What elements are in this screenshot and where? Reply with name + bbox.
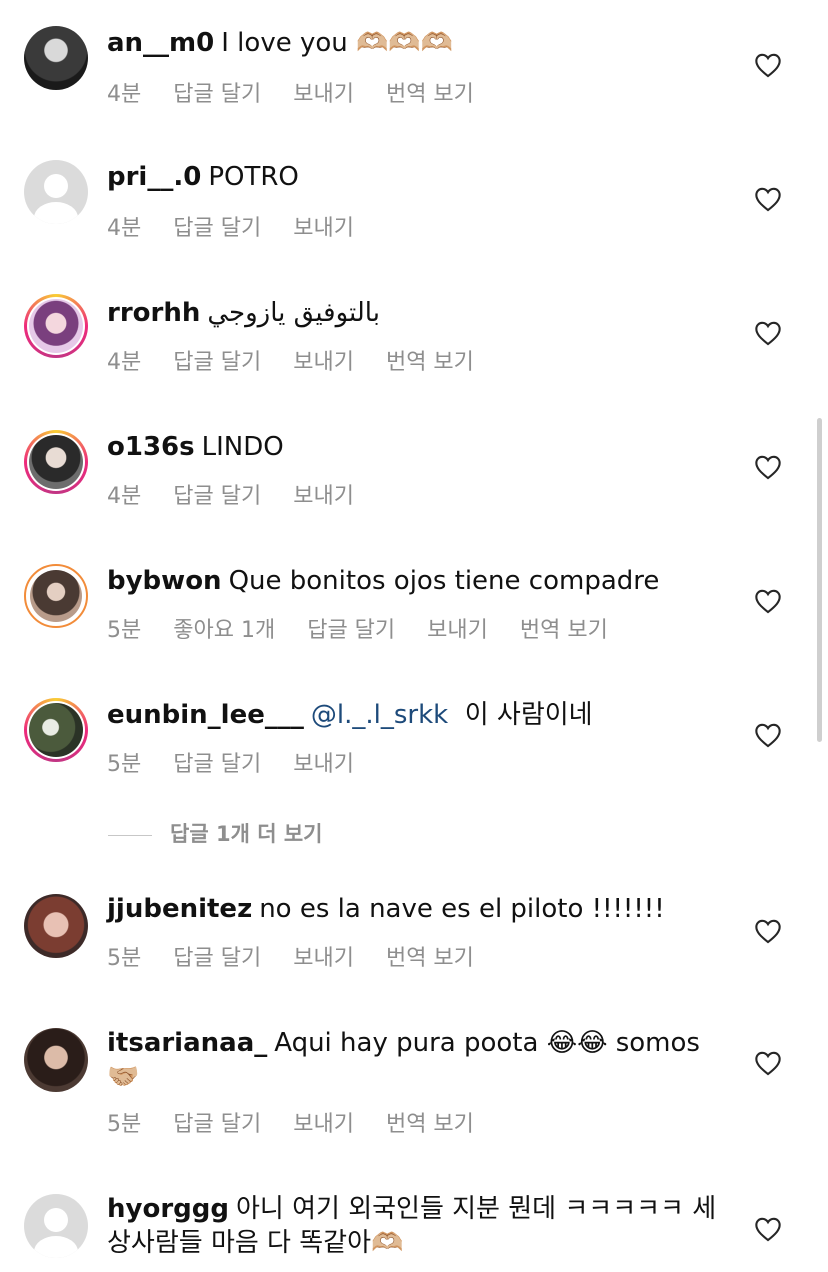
reply-button[interactable]: 답글 달기 bbox=[173, 216, 261, 241]
avatar[interactable] bbox=[24, 160, 88, 224]
divider-line bbox=[108, 834, 152, 836]
heart-outline-icon[interactable] bbox=[754, 52, 782, 78]
reply-button[interactable]: 답글 달기 bbox=[307, 618, 395, 643]
comment-username[interactable]: itsarianaa_ bbox=[107, 1028, 267, 1058]
translate-button[interactable]: 번역 보기 bbox=[520, 618, 608, 643]
reply-button[interactable]: 답글 달기 bbox=[173, 82, 261, 107]
translate-button[interactable]: 번역 보기 bbox=[386, 350, 474, 375]
comment-text: POTRO bbox=[208, 162, 299, 192]
comment-mention[interactable]: @l._.l_srkk bbox=[311, 700, 448, 730]
comment-username[interactable]: o136s bbox=[107, 432, 195, 462]
comment-meta: 5분 답글 달기 보내기 bbox=[107, 746, 386, 778]
comment-text: 이 사람이네 bbox=[464, 700, 593, 730]
heart-outline-icon[interactable] bbox=[754, 1216, 782, 1242]
comment-text: Que bonitos ojos tiene compadre bbox=[228, 566, 660, 596]
reply-button[interactable]: 답글 달기 bbox=[173, 946, 261, 971]
comment-time: 5분 bbox=[107, 618, 142, 643]
comment-meta: 4분 답글 달기 보내기 bbox=[107, 478, 386, 510]
avatar[interactable] bbox=[24, 894, 88, 958]
comment-meta: 4분 답글 달기 보내기 번역 보기 bbox=[107, 344, 506, 376]
avatar[interactable] bbox=[24, 294, 88, 358]
comment-time: 4분 bbox=[107, 82, 142, 107]
comment-text: I love you 🫶🏼🫶🏼🫶🏼 bbox=[221, 28, 454, 58]
translate-button[interactable]: 번역 보기 bbox=[386, 1112, 474, 1137]
comment-text: no es la nave es el piloto !!!!!!! bbox=[259, 894, 665, 924]
comment-meta: 4분 답글 달기 보내기 번역 보기 bbox=[107, 76, 506, 108]
send-button[interactable]: 보내기 bbox=[293, 350, 354, 375]
scrollbar[interactable] bbox=[817, 418, 822, 742]
reply-button[interactable]: 답글 달기 bbox=[173, 752, 261, 777]
send-button[interactable]: 보내기 bbox=[293, 1112, 354, 1137]
send-button[interactable]: 보내기 bbox=[293, 946, 354, 971]
heart-outline-icon[interactable] bbox=[754, 186, 782, 212]
view-more-replies-label: 답글 1개 더 보기 bbox=[170, 822, 323, 846]
comment-text: بالتوفيق يازوجي bbox=[207, 298, 380, 328]
comment-username[interactable]: an__m0 bbox=[107, 28, 214, 58]
comment-username[interactable]: eunbin_lee___ bbox=[107, 700, 304, 730]
avatar[interactable] bbox=[24, 564, 88, 628]
comment-meta: 5분 답글 달기 보내기 번역 보기 bbox=[107, 940, 506, 972]
send-button[interactable]: 보내기 bbox=[293, 82, 354, 107]
comment-time: 4분 bbox=[107, 216, 142, 241]
send-button[interactable]: 보내기 bbox=[293, 484, 354, 509]
comment-username[interactable]: bybwon bbox=[107, 566, 222, 596]
heart-outline-icon[interactable] bbox=[754, 722, 782, 748]
comment-time: 4분 bbox=[107, 484, 142, 509]
comment-meta: 5분 좋아요 1개 답글 달기 보내기 번역 보기 bbox=[107, 612, 640, 644]
send-button[interactable]: 보내기 bbox=[427, 618, 488, 643]
heart-outline-icon[interactable] bbox=[754, 918, 782, 944]
reply-button[interactable]: 답글 달기 bbox=[173, 350, 261, 375]
avatar[interactable] bbox=[24, 1028, 88, 1092]
comment-username[interactable]: rrorhh bbox=[107, 298, 200, 328]
avatar[interactable] bbox=[24, 430, 88, 494]
comment-meta: 5분 답글 달기 보내기 번역 보기 bbox=[107, 1106, 506, 1138]
avatar[interactable] bbox=[24, 698, 88, 762]
comment-time: 5분 bbox=[107, 1112, 142, 1137]
heart-outline-icon[interactable] bbox=[754, 320, 782, 346]
send-button[interactable]: 보내기 bbox=[293, 752, 354, 777]
reply-button[interactable]: 답글 달기 bbox=[173, 484, 261, 509]
comment-time: 5분 bbox=[107, 752, 142, 777]
comment-time: 4분 bbox=[107, 350, 142, 375]
comment-username[interactable]: pri__.0 bbox=[107, 162, 201, 192]
comment-text: LINDO bbox=[201, 432, 284, 462]
heart-outline-icon[interactable] bbox=[754, 454, 782, 480]
comment-username[interactable]: hyorggg bbox=[107, 1194, 229, 1224]
view-more-replies-button[interactable]: 답글 1개 더 보기 bbox=[108, 818, 322, 848]
comment-meta: 4분 답글 달기 보내기 bbox=[107, 210, 386, 242]
heart-outline-icon[interactable] bbox=[754, 1050, 782, 1076]
avatar[interactable] bbox=[24, 26, 88, 90]
heart-outline-icon[interactable] bbox=[754, 588, 782, 614]
avatar[interactable] bbox=[24, 1194, 88, 1258]
reply-button[interactable]: 답글 달기 bbox=[173, 1112, 261, 1137]
translate-button[interactable]: 번역 보기 bbox=[386, 82, 474, 107]
translate-button[interactable]: 번역 보기 bbox=[386, 946, 474, 971]
comment-username[interactable]: jjubenitez bbox=[107, 894, 252, 924]
likes-count[interactable]: 좋아요 1개 bbox=[173, 618, 275, 643]
send-button[interactable]: 보내기 bbox=[293, 216, 354, 241]
comment-time: 5분 bbox=[107, 946, 142, 971]
